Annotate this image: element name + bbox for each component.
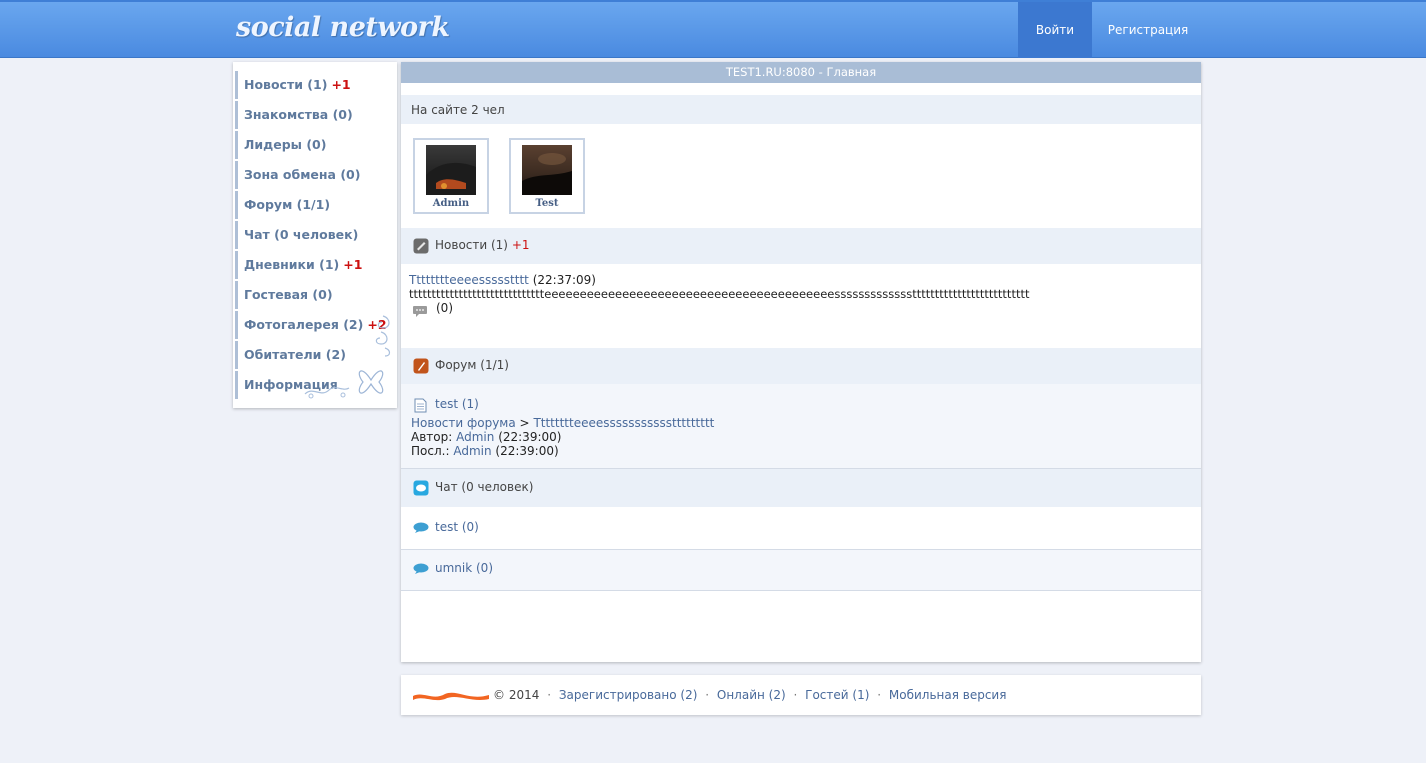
user-name: Admin (432, 198, 470, 209)
user-card-test[interactable]: Test (509, 138, 585, 214)
chat-icon (413, 480, 429, 496)
sidebar-item-forum[interactable]: Форум (1/1) (235, 191, 395, 219)
guests-link[interactable]: Гостей (1) (805, 688, 869, 702)
forum-icon (413, 358, 429, 374)
sidebar-menu: Новости (1) +1 Знакомства (0) Лидеры (0) … (233, 62, 397, 408)
sidebar-item-label: Обитатели (2) (244, 347, 346, 362)
online-count-text: На сайте 2 чел (411, 103, 505, 117)
forum-section-link[interactable]: Новости форума (411, 416, 516, 430)
sidebar-item-label: Новости (1) (244, 77, 328, 92)
login-button[interactable]: Войти (1018, 2, 1092, 58)
forum-topic-link[interactable]: test (1) (435, 397, 479, 411)
register-button[interactable]: Регистрация (1098, 2, 1198, 58)
news-item-title-link[interactable]: Tttttttteeeessssstttt (409, 273, 529, 287)
avatar (522, 145, 572, 195)
news-section-header: Новости (1) +1 (401, 228, 1201, 264)
online-users-link[interactable]: Онлайн (2) (717, 688, 786, 702)
chat-bubble-icon (413, 563, 429, 574)
sidebar-item-news[interactable]: Новости (1) +1 (235, 71, 395, 99)
last-poster-link[interactable]: Admin (453, 444, 491, 458)
comment-count: (0) (436, 301, 453, 315)
sidebar-item-label: Лидеры (0) (244, 137, 327, 152)
redaction-scribble-icon (413, 692, 489, 700)
sidebar-item-leaders[interactable]: Лидеры (0) (235, 131, 395, 159)
forum-breadcrumb: Новости форума > Tttttttteeeesssssssssss… (411, 416, 715, 430)
sidebar-item-chat[interactable]: Чат (0 человек) (235, 221, 395, 249)
comment-icon[interactable] (412, 305, 428, 319)
chat-bubble-icon (413, 522, 429, 533)
new-count-badge: +1 (343, 257, 363, 272)
author-link[interactable]: Admin (456, 430, 494, 444)
sidebar-item-label: Форум (1/1) (244, 197, 331, 212)
new-count-badge: +1 (331, 77, 351, 92)
avatar (426, 145, 476, 195)
online-header: На сайте 2 чел (401, 95, 1201, 124)
butterfly-ornament-icon (304, 370, 384, 399)
divider (401, 590, 1201, 591)
document-icon (414, 398, 427, 413)
news-item-time: (22:37:09) (532, 273, 596, 287)
registered-users-link[interactable]: Зарегистрировано (2) (559, 688, 698, 702)
sidebar-item-exchange[interactable]: Зона обмена (0) (235, 161, 395, 189)
forum-section-title[interactable]: Форум (1/1) (435, 358, 509, 372)
sidebar-item-label: Чат (0 человек) (244, 227, 359, 242)
sidebar-item-label: Знакомства (0) (244, 107, 353, 122)
chat-room-test[interactable]: test (0) (435, 520, 479, 534)
mobile-version-link[interactable]: Мобильная версия (889, 688, 1007, 702)
page-title: TEST1.RU:8080 - Главная (401, 62, 1201, 83)
chat-section-title[interactable]: Чат (0 человек) (435, 480, 533, 494)
top-navbar: social network Войти Регистрация (0, 0, 1426, 58)
copyright: © 2014 (493, 688, 540, 702)
swirl-ornament-icon (375, 315, 391, 357)
user-card-admin[interactable]: Admin (413, 138, 489, 214)
sidebar-item-label: Фотогалерея (2) (244, 317, 364, 332)
sidebar-item-guestbook[interactable]: Гостевая (0) (235, 281, 395, 309)
news-item-body: tttttttttttttttttttttttttttttteeeeeeeeee… (409, 287, 1030, 301)
user-name: Test (535, 198, 559, 209)
chat-room-umnik[interactable]: umnik (0) (435, 561, 493, 575)
forum-thread-link[interactable]: Tttttttteeeesssssssssssttttttttt (533, 416, 714, 430)
sidebar-item-label: Гостевая (0) (244, 287, 333, 302)
forum-author-line: Автор: Admin (22:39:00) (411, 430, 562, 444)
main-panel: TEST1.RU:8080 - Главная На сайте 2 чел A… (401, 62, 1201, 662)
forum-last-post-line: Посл.: Admin (22:39:00) (411, 444, 559, 458)
news-item-header: Tttttttteeeessssstttt (22:37:09) (409, 273, 596, 287)
news-icon (413, 238, 429, 254)
footer: © 2014 · Зарегистрировано (2) · Онлайн (… (401, 675, 1201, 715)
sidebar-item-dating[interactable]: Знакомства (0) (235, 101, 395, 129)
chat-section-header: Чат (0 человек) (401, 469, 1201, 507)
chat-room-row (401, 550, 1201, 590)
sidebar-item-label: Зона обмена (0) (244, 167, 361, 182)
site-logo[interactable]: social network (236, 12, 450, 43)
forum-section-header: Форум (1/1) (401, 348, 1201, 384)
sidebar-item-label: Дневники (1) (244, 257, 340, 272)
news-section-title[interactable]: Новости (1) +1 (435, 238, 530, 252)
sidebar-item-diaries[interactable]: Дневники (1) +1 (235, 251, 395, 279)
